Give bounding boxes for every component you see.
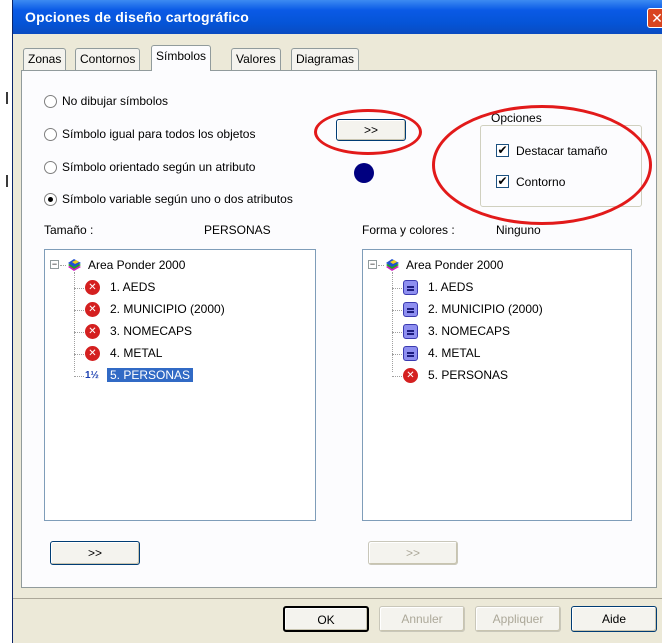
symbol-preview-dot xyxy=(354,163,374,183)
radio-button[interactable] xyxy=(44,95,57,108)
radio-label: Símbolo orientado según un atributo xyxy=(62,160,256,174)
collapse-icon[interactable]: − xyxy=(50,260,59,269)
close-button[interactable]: ✕ xyxy=(647,8,662,28)
tree-item[interactable]: 4. METAL xyxy=(392,344,623,364)
tree-item-label: 1. AEDS xyxy=(428,280,474,294)
size-label: Tamaño : xyxy=(44,223,94,237)
tree-item-label: 3. NOMECAPS xyxy=(428,324,511,338)
tree-item-label: 4. METAL xyxy=(428,346,481,360)
tab-simbolos[interactable]: Símbolos xyxy=(151,45,212,71)
tree-item[interactable]: ✕ 3. NOMECAPS xyxy=(74,322,305,342)
tree-item[interactable]: 3. NOMECAPS xyxy=(392,322,623,342)
highlight-circle xyxy=(314,109,422,155)
list-icon xyxy=(403,302,418,317)
ok-button[interactable]: OK xyxy=(283,606,369,632)
collapse-icon[interactable]: − xyxy=(368,260,377,269)
tab-zonas[interactable]: Zonas xyxy=(23,48,67,70)
radio-no-symbols[interactable]: No dibujar símbolos xyxy=(44,93,314,111)
radio-button[interactable] xyxy=(44,128,57,141)
title-bar[interactable]: Opciones de diseño cartográfico ✕ xyxy=(13,0,662,34)
tree-item-label: 2. MUNICIPIO (2000) xyxy=(428,302,543,316)
error-icon: ✕ xyxy=(85,280,100,295)
tree-item[interactable]: ✕ 1. AEDS xyxy=(74,278,305,298)
error-icon: ✕ xyxy=(403,368,418,383)
edge-mark xyxy=(6,175,8,187)
radio-oriented-symbol[interactable]: Símbolo orientado según un atributo xyxy=(44,159,314,177)
edge-mark xyxy=(6,92,8,104)
tab-contornos[interactable]: Contornos xyxy=(75,48,141,70)
tree-item[interactable]: 1. AEDS xyxy=(392,278,623,298)
desktop-edge xyxy=(0,0,12,643)
simbolos-panel: No dibujar símbolos Símbolo igual para t… xyxy=(21,70,657,588)
error-icon: ✕ xyxy=(85,324,100,339)
tree-item-selected[interactable]: 1½ 5. PERSONAS xyxy=(74,366,305,386)
error-icon: ✕ xyxy=(85,346,100,361)
apply-button[interactable]: Appliquer xyxy=(475,606,561,632)
tree-item-label: 2. MUNICIPIO (2000) xyxy=(110,302,225,316)
size-attribute-tree[interactable]: − Area Ponder 2000 ✕ 1. AEDS ✕ 2. MUNICI… xyxy=(44,249,316,521)
tree-item-label: 1. AEDS xyxy=(110,280,156,294)
tree-root-label: Area Ponder 2000 xyxy=(88,258,186,272)
tab-diagramas[interactable]: Diagramas xyxy=(291,48,360,70)
size-value: PERSONAS xyxy=(204,223,271,237)
tree-root[interactable]: Area Ponder 2000 xyxy=(385,256,585,276)
radio-button-selected[interactable] xyxy=(44,193,57,206)
window-title: Opciones de diseño cartográfico xyxy=(25,9,250,25)
tree-item[interactable]: ✕ 4. METAL xyxy=(74,344,305,364)
layers-icon xyxy=(386,259,399,271)
radio-variable-symbol[interactable]: Símbolo variable según uno o dos atribut… xyxy=(44,191,324,209)
radio-label: Símbolo variable según uno o dos atribut… xyxy=(62,192,293,206)
size-select-button[interactable]: >> xyxy=(50,541,140,565)
tab-valores[interactable]: Valores xyxy=(231,48,281,70)
shape-attribute-tree[interactable]: − Area Ponder 2000 1. AEDS 2. MUNICIPIO … xyxy=(362,249,632,521)
shape-select-button[interactable]: >> xyxy=(368,541,458,565)
fraction-icon: 1½ xyxy=(85,370,99,381)
list-icon xyxy=(403,346,418,361)
radio-label: Símbolo igual para todos los objetos xyxy=(62,127,256,141)
tree-root-label: Area Ponder 2000 xyxy=(406,258,504,272)
tree-item-label: 5. PERSONAS xyxy=(107,368,194,382)
tree-root[interactable]: Area Ponder 2000 xyxy=(67,256,267,276)
radio-label: No dibujar símbolos xyxy=(62,94,169,108)
footer-separator xyxy=(13,598,662,599)
tree-item[interactable]: 2. MUNICIPIO (2000) xyxy=(392,300,623,320)
radio-button[interactable] xyxy=(44,161,57,174)
shape-label: Forma y colores : xyxy=(362,223,455,237)
help-button[interactable]: Aide xyxy=(571,606,657,632)
cancel-button[interactable]: Annuler xyxy=(379,606,465,632)
error-icon: ✕ xyxy=(85,302,100,317)
highlight-circle xyxy=(432,105,652,225)
list-icon xyxy=(403,280,418,295)
tree-item[interactable]: ✕ 2. MUNICIPIO (2000) xyxy=(74,300,305,320)
dialog-window: Opciones de diseño cartográfico ✕ Zonas … xyxy=(12,0,662,643)
shape-value: Ninguno xyxy=(496,223,541,237)
tree-item-label: 4. METAL xyxy=(110,346,163,360)
tree-item-label: 5. PERSONAS xyxy=(428,368,509,382)
tree-item-label: 3. NOMECAPS xyxy=(110,324,193,338)
radio-same-symbol[interactable]: Símbolo igual para todos los objetos xyxy=(44,126,314,144)
tree-item[interactable]: ✕ 5. PERSONAS xyxy=(392,366,623,386)
layers-icon xyxy=(68,259,81,271)
list-icon xyxy=(403,324,418,339)
